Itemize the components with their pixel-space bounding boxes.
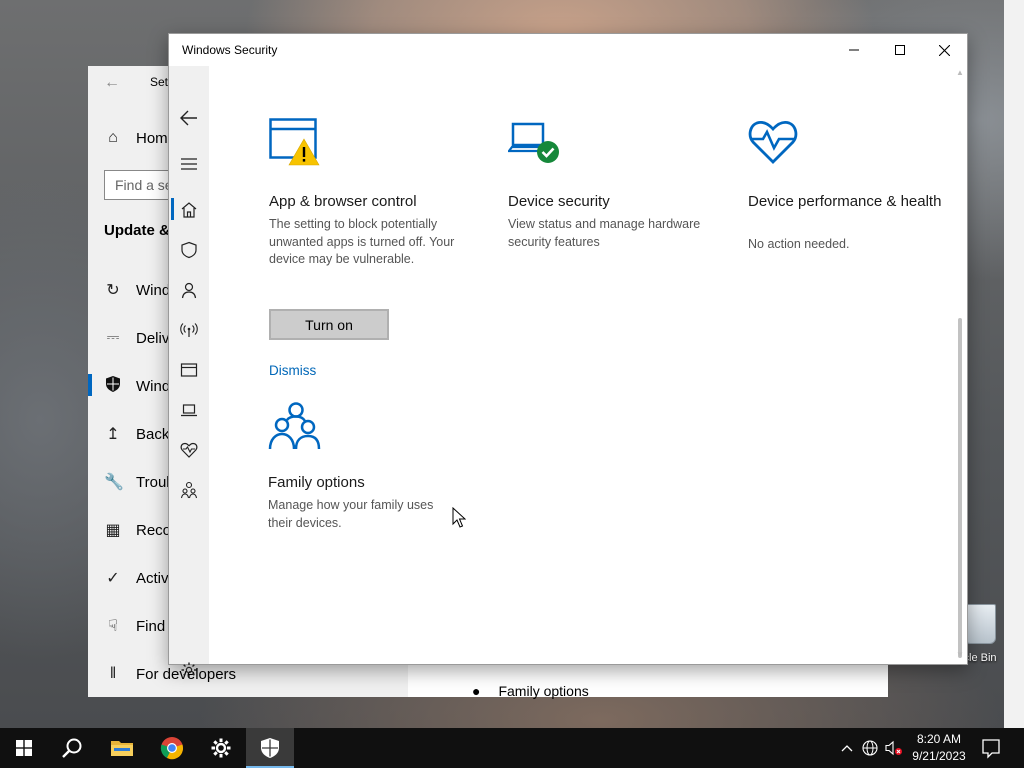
backup-icon: ↥ — [106, 426, 120, 443]
check-circle-icon: ✓ — [106, 570, 120, 587]
refresh-icon: ↻ — [106, 282, 120, 299]
file-explorer-button[interactable] — [98, 728, 146, 768]
heart-pulse-icon — [180, 442, 198, 458]
mouse-cursor-icon — [452, 507, 466, 528]
card-title: Device security — [508, 193, 610, 210]
shield-icon — [104, 375, 122, 397]
nav-firewall-network[interactable] — [169, 310, 209, 350]
windows-security-icon — [261, 738, 279, 758]
nav-device-performance[interactable] — [169, 430, 209, 470]
app-browser-warning-icon — [269, 118, 320, 166]
vertical-scrollbar[interactable]: ▲ ▼ — [953, 66, 967, 664]
card-description: Manage how your family uses their device… — [268, 498, 434, 530]
windows-security-window: Windows Security App & browser control T… — [168, 33, 968, 678]
minimize-icon — [849, 49, 859, 51]
nav-settings[interactable] — [169, 650, 209, 690]
laptop-icon — [181, 404, 197, 417]
maximize-button[interactable] — [877, 34, 923, 66]
network-tray-button[interactable] — [860, 738, 880, 758]
wireless-icon — [180, 323, 198, 337]
browser-window-icon — [180, 363, 198, 377]
recovery-icon: ▦ — [105, 522, 121, 539]
family-icon: ● — [472, 683, 481, 699]
shield-icon — [181, 241, 197, 259]
delivery-icon: ⎓ — [106, 329, 120, 346]
show-hidden-icons-button[interactable] — [837, 738, 857, 758]
taskbar-clock[interactable]: 8:20 AM 9/21/2023 — [900, 731, 978, 765]
clock-date: 9/21/2023 — [912, 749, 966, 763]
title-bar[interactable]: Windows Security — [169, 34, 967, 66]
family-icon — [268, 402, 321, 450]
family-options-card[interactable]: Family options Manage how your family us… — [268, 401, 488, 561]
card-title: Device performance & health — [748, 193, 942, 210]
nav-app-browser-control[interactable] — [169, 350, 209, 390]
settings-icon — [211, 738, 231, 758]
content-area: App & browser control The setting to blo… — [209, 66, 953, 664]
chrome-icon — [160, 737, 184, 760]
turn-on-button[interactable]: Turn on — [269, 309, 389, 340]
globe-icon — [862, 740, 878, 756]
nav-account-protection[interactable] — [169, 270, 209, 310]
minimize-button[interactable] — [831, 34, 877, 66]
hamburger-menu-icon — [181, 158, 197, 170]
nav-device-security[interactable] — [169, 390, 209, 430]
scroll-up-icon[interactable]: ▲ — [956, 68, 964, 77]
start-button[interactable] — [0, 728, 48, 768]
wrench-icon: 🔧 — [104, 474, 124, 491]
nav-back-button[interactable] — [169, 98, 209, 138]
taskbar: 8:20 AM 9/21/2023 — [0, 728, 1024, 768]
windows-security-taskbar-button[interactable] — [246, 728, 294, 768]
scroll-down-icon[interactable]: ▼ — [956, 650, 964, 659]
device-performance-card[interactable]: Device performance & health No action ne… — [748, 118, 968, 298]
nav-home[interactable] — [169, 190, 209, 230]
card-description: No action needed. — [748, 237, 850, 251]
dismiss-link[interactable]: Dismiss — [269, 363, 316, 378]
search-button[interactable] — [48, 728, 96, 768]
recycle-bin-icon — [964, 604, 996, 644]
find-device-icon: ☟ — [108, 618, 118, 635]
back-arrow-icon[interactable]: ← — [104, 74, 120, 92]
settings-taskbar-button[interactable] — [197, 728, 245, 768]
nav-menu-button[interactable] — [169, 144, 209, 184]
window-title: Windows Security — [182, 43, 278, 57]
search-icon — [62, 738, 82, 758]
laptop-check-icon — [508, 122, 559, 163]
nav-family-options[interactable] — [169, 470, 209, 510]
home-icon — [181, 202, 197, 218]
clock-time: 8:20 AM — [916, 732, 962, 746]
chrome-button[interactable] — [148, 728, 196, 768]
nav-virus-protection[interactable] — [169, 230, 209, 270]
card-title: App & browser control — [269, 193, 417, 210]
start-icon — [16, 740, 32, 756]
settings-active-indicator — [88, 374, 92, 396]
settings-section-title: Update & — [104, 222, 170, 239]
close-button[interactable] — [921, 34, 967, 66]
scrollbar-thumb[interactable] — [958, 318, 962, 658]
home-icon: ⌂ — [108, 129, 118, 146]
desktop-edge — [1004, 0, 1024, 728]
developers-icon: ‖ — [109, 665, 117, 682]
person-icon — [181, 282, 197, 299]
card-title: Family options — [268, 474, 365, 491]
family-icon — [180, 481, 198, 499]
gear-icon — [181, 662, 197, 678]
card-description: The setting to block potentially unwante… — [269, 217, 455, 266]
settings-family-options-link[interactable]: ● Family options — [472, 683, 589, 699]
settings-title: Set — [150, 75, 169, 89]
device-security-card[interactable]: Device security View status and manage h… — [508, 118, 728, 298]
notification-center-icon[interactable] — [980, 737, 1002, 759]
back-arrow-icon — [180, 110, 197, 126]
card-description: View status and manage hardware security… — [508, 217, 701, 249]
maximize-icon — [895, 45, 905, 55]
file-explorer-icon — [111, 741, 133, 756]
nav-rail — [169, 66, 209, 678]
close-icon — [938, 44, 950, 56]
chevron-up-icon — [841, 745, 853, 752]
heart-pulse-icon — [748, 120, 798, 164]
